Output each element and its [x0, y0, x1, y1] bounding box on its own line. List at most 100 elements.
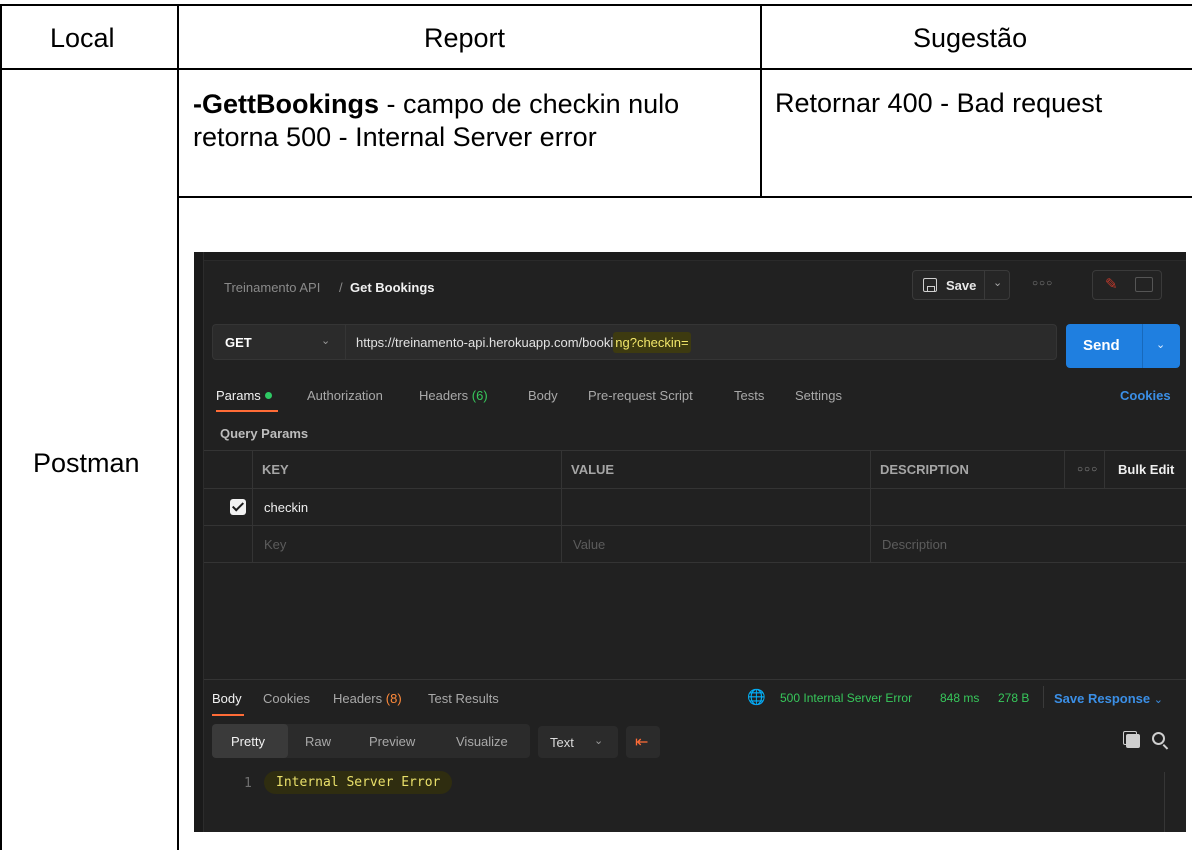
value-placeholder[interactable]: Value — [573, 537, 605, 552]
param-key[interactable]: checkin — [264, 500, 308, 515]
report-endpoint: -GettBookings — [193, 89, 379, 119]
grid-line — [204, 525, 1186, 526]
tab-params-label: Params — [216, 388, 261, 403]
status-code: 500 Internal Server Error — [780, 691, 913, 705]
view-visualize[interactable]: Visualize — [456, 734, 508, 749]
cookies-link[interactable]: Cookies — [1120, 388, 1171, 403]
chevron-down-icon[interactable]: ⌄ — [993, 276, 1002, 289]
save-response-label: Save Response — [1054, 691, 1151, 706]
tab-headers[interactable]: Headers (6) — [419, 388, 488, 403]
search-icon[interactable] — [1152, 732, 1165, 745]
description-placeholder[interactable]: Description — [882, 537, 947, 552]
tab-params[interactable]: Params — [216, 388, 272, 403]
header-report: Report — [424, 23, 506, 53]
wrap-lines-button[interactable]: ⇤ — [626, 726, 660, 758]
response-tab-body[interactable]: Body — [212, 691, 242, 706]
status-divider — [1043, 686, 1044, 708]
comment-icon[interactable] — [1135, 277, 1153, 292]
tab-headers-label: Headers — [419, 388, 469, 403]
chevron-down-icon[interactable]: ⌄ — [1156, 338, 1165, 351]
response-body-text: Internal Server Error — [264, 771, 453, 794]
grid-line — [561, 450, 562, 562]
response-size: 278 B — [998, 691, 1030, 705]
wrap-icon: ⇤ — [635, 734, 649, 751]
chevron-down-icon: ⌄ — [594, 735, 604, 747]
send-divider — [1142, 324, 1143, 368]
url-query-highlight: ng?checkin= — [613, 332, 691, 353]
view-raw[interactable]: Raw — [305, 734, 331, 749]
table-border-row — [178, 196, 1192, 198]
url-base: https://treinamento-api.herokuapp.com/bo… — [356, 335, 614, 350]
response-tab-test-results[interactable]: Test Results — [428, 691, 499, 706]
method-select[interactable]: GET ⌄ — [212, 324, 346, 360]
table-divider-col1 — [177, 4, 179, 850]
breadcrumb-request: Get Bookings — [350, 280, 435, 295]
send-label: Send — [1083, 337, 1120, 354]
pencil-icon[interactable]: ✎ — [1105, 275, 1118, 293]
grid-line — [204, 562, 1186, 563]
copy-icon[interactable] — [1123, 731, 1140, 748]
row-local: Postman — [33, 448, 140, 478]
view-toggle-group: ✎ — [1092, 270, 1162, 300]
format-select[interactable]: Text ⌄ — [538, 726, 618, 758]
sidebar-edge — [194, 252, 204, 832]
tab-tests[interactable]: Tests — [734, 388, 764, 403]
save-button[interactable]: Save ⌄ — [912, 270, 1010, 300]
more-options-icon[interactable]: ○○○ — [1032, 278, 1053, 289]
save-divider — [984, 271, 985, 299]
response-tab-headers[interactable]: Headers (8) — [333, 691, 402, 706]
tab-body[interactable]: Body — [528, 388, 558, 403]
bulk-edit-button[interactable]: Bulk Edit — [1118, 462, 1174, 477]
query-params-title: Query Params — [220, 426, 309, 441]
format-label: Text — [550, 735, 574, 750]
response-tab-cookies[interactable]: Cookies — [263, 691, 310, 706]
method-label: GET — [225, 335, 252, 350]
response-tab-headers-count: (8) — [385, 691, 402, 706]
table-divider-col2 — [760, 4, 762, 198]
send-button[interactable]: Send ⌄ — [1066, 324, 1180, 368]
save-icon — [923, 278, 937, 292]
url-input[interactable]: https://treinamento-api.herokuapp.com/bo… — [345, 324, 1057, 360]
breadcrumb-collection[interactable]: Treinamento API — [224, 280, 320, 295]
column-key: KEY — [262, 462, 289, 477]
tab-authorization[interactable]: Authorization — [307, 388, 383, 403]
view-mode-group: Pretty Raw Preview Visualize — [212, 724, 530, 758]
more-options-icon[interactable]: ○○○ — [1077, 464, 1098, 475]
tab-settings[interactable]: Settings — [795, 388, 842, 403]
view-preview[interactable]: Preview — [369, 734, 415, 749]
grid-line — [252, 450, 253, 562]
save-label: Save — [946, 278, 977, 293]
table-border-left — [0, 4, 2, 850]
response-divider — [204, 679, 1186, 680]
row-suggestion: Retornar 400 - Bad request — [775, 88, 1103, 118]
save-response-button[interactable]: Save Response ⌄ — [1054, 691, 1163, 706]
header-suggestion: Sugestão — [913, 23, 1028, 53]
tab-active-underline — [216, 410, 278, 412]
report-line2: retorna 500 - Internal Server error — [193, 122, 597, 152]
scrollbar[interactable] — [1164, 772, 1186, 832]
chevron-down-icon: ⌄ — [1153, 694, 1163, 706]
grid-line — [1064, 450, 1065, 488]
column-value: VALUE — [571, 462, 615, 477]
report-text: -GettBookings - campo de checkin nulo re… — [193, 88, 679, 154]
tab-strip — [194, 252, 1186, 261]
grid-line — [870, 450, 871, 562]
params-active-dot — [264, 392, 272, 399]
view-pretty[interactable]: Pretty — [231, 734, 265, 749]
grid-line — [204, 488, 1186, 489]
postman-screenshot: Treinamento API / Get Bookings Save ⌄ ○○… — [194, 252, 1186, 832]
response-time: 848 ms — [940, 691, 980, 705]
response-tab-headers-label: Headers — [333, 691, 383, 706]
breadcrumb-separator: / — [339, 280, 343, 295]
url-text: https://treinamento-api.herokuapp.com/bo… — [356, 332, 691, 353]
globe-icon: 🌐 — [747, 689, 766, 706]
header-local: Local — [50, 23, 115, 53]
key-placeholder[interactable]: Key — [264, 537, 286, 552]
grid-line — [204, 450, 1186, 451]
column-description: DESCRIPTION — [880, 462, 969, 477]
tab-headers-count: (6) — [471, 388, 488, 403]
line-number: 1 — [244, 776, 252, 791]
param-checkbox[interactable] — [230, 499, 246, 515]
tab-active-underline — [212, 714, 244, 716]
tab-prerequest-script[interactable]: Pre-request Script — [588, 388, 693, 403]
